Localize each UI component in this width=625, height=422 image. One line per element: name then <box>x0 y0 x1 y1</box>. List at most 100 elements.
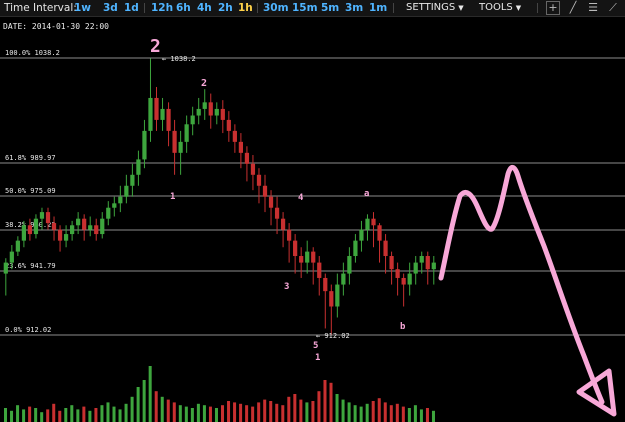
interval-4h[interactable]: 4h <box>197 0 212 16</box>
wave-label: 4 <box>298 193 304 203</box>
volume-bars <box>4 366 435 422</box>
volume-bar <box>100 405 104 422</box>
tools-label: TOOLS <box>479 2 513 13</box>
candle-body <box>389 256 394 270</box>
volume-bar <box>34 408 38 422</box>
candle-body <box>353 240 358 257</box>
candle-body <box>413 262 418 274</box>
volume-bar <box>190 408 194 422</box>
volume-bar <box>257 402 261 422</box>
wave-label: 1 <box>170 192 175 202</box>
volume-bar <box>112 406 116 422</box>
interval-5m[interactable]: 5m <box>321 0 339 16</box>
candle-body <box>341 273 346 285</box>
volume-bar <box>196 403 200 422</box>
settings-menu[interactable]: SETTINGS ▼ <box>406 0 464 16</box>
candle-body <box>214 108 219 116</box>
wave-label: b <box>400 322 406 332</box>
candle-body <box>365 218 370 230</box>
candle-body <box>329 291 334 307</box>
wave-label: 5 <box>313 341 318 351</box>
wave-label: 1 <box>315 353 320 363</box>
candle-body <box>202 102 207 109</box>
volume-bar <box>389 405 393 422</box>
volume-bar <box>263 399 267 422</box>
volume-bar <box>347 402 351 422</box>
interval-12h[interactable]: 12h <box>151 0 173 16</box>
volume-bar <box>233 402 237 422</box>
volume-bar <box>251 406 255 422</box>
volume-bar <box>353 405 357 422</box>
wave-label: 3 <box>284 282 289 292</box>
time-interval-label: Time Interval: <box>4 2 77 14</box>
fib-levels: 100.0% 1038.261.8% 989.9750.0% 975.0938.… <box>0 49 625 336</box>
candle-body <box>100 218 105 235</box>
interval-2h[interactable]: 2h <box>218 0 233 16</box>
volume-bar <box>22 409 26 422</box>
interval-30m[interactable]: 30m <box>263 0 289 16</box>
volume-bar <box>208 406 212 422</box>
candle-body <box>3 262 8 274</box>
volume-bar <box>221 405 225 422</box>
chevron-down-icon: ▼ <box>458 4 464 12</box>
low-price-marker: ← 912.02 <box>316 332 350 340</box>
interval-15m[interactable]: 15m <box>292 0 318 16</box>
tools-menu[interactable]: TOOLS ▼ <box>479 0 521 16</box>
volume-bar <box>4 408 8 422</box>
interval-3d[interactable]: 3d <box>103 0 118 16</box>
volume-bar <box>46 409 50 422</box>
volume-bar <box>239 403 243 422</box>
volume-bar <box>371 401 375 422</box>
volume-bar <box>40 412 44 422</box>
volume-bar <box>202 405 206 422</box>
interval-1h[interactable]: 1h <box>238 0 253 16</box>
volume-bar <box>52 403 56 422</box>
volume-bar <box>184 406 188 422</box>
candle-body <box>238 141 244 153</box>
volume-bar <box>413 405 417 422</box>
candle-body <box>124 185 129 197</box>
interval-6h[interactable]: 6h <box>176 0 191 16</box>
candle-body <box>407 273 412 285</box>
volume-bar <box>407 408 411 422</box>
crosshair-icon[interactable]: + <box>546 1 560 15</box>
candle-body <box>220 108 225 120</box>
interval-1d[interactable]: 1d <box>124 0 139 16</box>
volume-bar <box>88 410 92 422</box>
line-tool-icon[interactable]: ╱ <box>566 1 580 15</box>
volume-bar <box>166 399 170 422</box>
wave-label: a <box>364 189 369 199</box>
volume-bar <box>335 394 339 422</box>
candle-body <box>112 203 117 208</box>
candle-body <box>419 256 424 263</box>
fib-label: 61.8% 989.97 <box>5 154 56 162</box>
candle-body <box>178 141 183 153</box>
volume-bar <box>227 401 231 422</box>
volume-bar <box>148 366 152 422</box>
wave-label: 2 <box>201 78 207 89</box>
interval-3m[interactable]: 3m <box>345 0 363 16</box>
forecast-line <box>438 165 605 405</box>
toolbar-divider <box>257 3 258 13</box>
volume-bar <box>245 405 249 422</box>
volume-bar <box>94 408 98 422</box>
interval-1w[interactable]: 1w <box>74 0 91 16</box>
volume-bar <box>82 406 86 422</box>
candle-body <box>94 225 99 235</box>
candle-body <box>371 218 376 226</box>
candle-body <box>256 174 262 186</box>
volume-bar <box>160 396 164 422</box>
candle-body <box>323 277 328 292</box>
volume-bar <box>323 380 327 422</box>
candle-body <box>359 229 364 241</box>
fib-fan-icon[interactable]: ⟋ <box>606 1 620 15</box>
toolbar-divider <box>537 3 538 13</box>
horizontal-lines-icon[interactable]: ☰ <box>586 1 600 15</box>
high-price-marker: ← 1038.2 <box>162 55 196 63</box>
volume-bar <box>64 408 68 422</box>
candle-body <box>39 212 45 219</box>
price-chart[interactable]: 100.0% 1038.261.8% 989.9750.0% 975.0938.… <box>0 16 625 422</box>
volume-bar <box>118 409 122 422</box>
volume-bar <box>16 405 20 422</box>
interval-1m[interactable]: 1m <box>369 0 387 16</box>
